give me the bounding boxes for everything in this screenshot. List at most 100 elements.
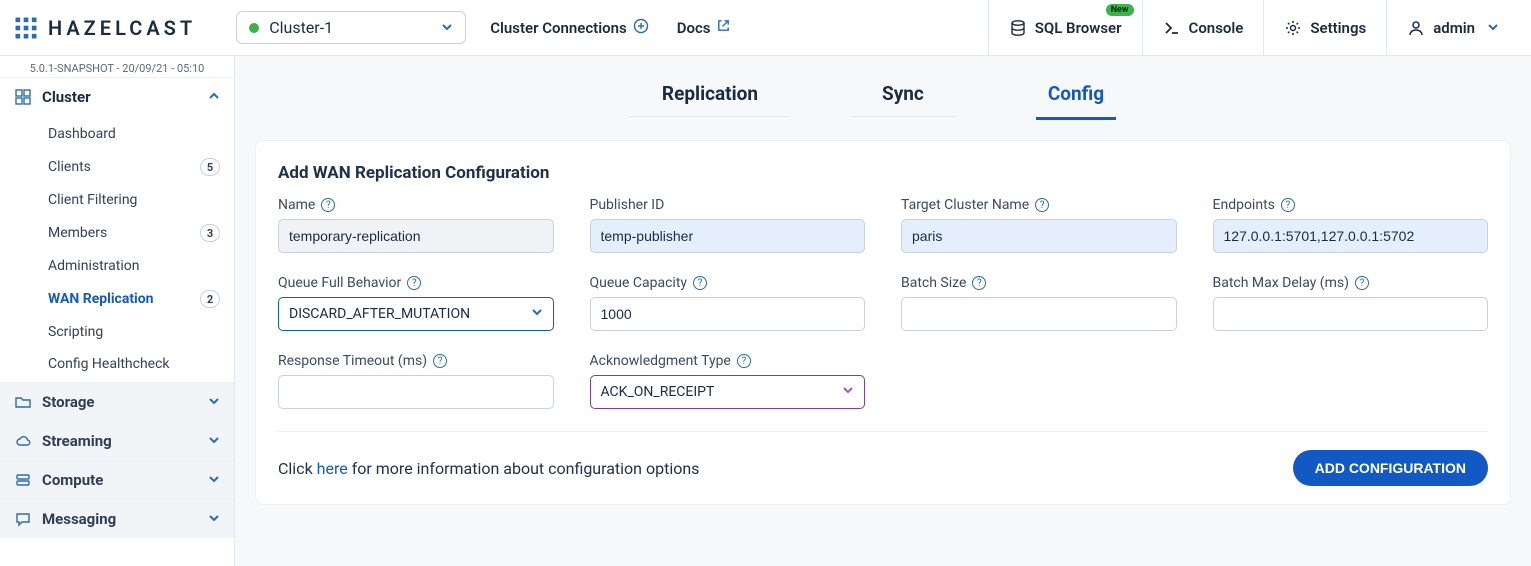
chevron-down-icon bbox=[208, 473, 220, 488]
item-label: Config Healthcheck bbox=[48, 356, 170, 372]
folder-icon bbox=[14, 394, 32, 410]
item-label: Client Filtering bbox=[48, 192, 137, 208]
chevron-up-icon bbox=[208, 90, 220, 105]
footer-link[interactable]: here bbox=[317, 459, 348, 478]
cluster-selected-label: Cluster-1 bbox=[269, 18, 333, 37]
sidebar-item-scripting[interactable]: Scripting bbox=[0, 316, 234, 348]
section-label: Cluster bbox=[42, 88, 91, 106]
help-icon[interactable]: ? bbox=[407, 276, 421, 290]
help-icon[interactable]: ? bbox=[693, 276, 707, 290]
sidebar-section-cluster[interactable]: Cluster bbox=[0, 78, 234, 116]
external-link-icon bbox=[716, 18, 731, 37]
settings-button[interactable]: Settings bbox=[1263, 0, 1386, 55]
link-label: Cluster Connections bbox=[490, 19, 627, 37]
ack-type-select[interactable]: ACK_ON_RECEIPT bbox=[590, 375, 866, 409]
sql-browser-button[interactable]: New SQL Browser bbox=[988, 0, 1142, 55]
brand-text: HAZELCAST bbox=[48, 16, 196, 40]
console-label: Console bbox=[1189, 19, 1244, 37]
user-icon bbox=[1407, 19, 1425, 37]
grid-icon bbox=[14, 89, 32, 105]
publisher-label: Publisher ID bbox=[590, 197, 866, 213]
select-value: DISCARD_AFTER_MUTATION bbox=[289, 306, 470, 322]
endpoints-input[interactable] bbox=[1213, 219, 1489, 253]
help-icon[interactable]: ? bbox=[737, 354, 751, 368]
brand-logo: HAZELCAST bbox=[12, 14, 216, 42]
tab-config[interactable]: Config bbox=[1036, 74, 1116, 120]
item-label: Administration bbox=[48, 258, 139, 274]
cluster-selector[interactable]: Cluster-1 bbox=[236, 11, 466, 44]
link-label: Docs bbox=[677, 19, 711, 37]
server-icon bbox=[14, 472, 32, 488]
queue-full-behavior-select[interactable]: DISCARD_AFTER_MUTATION bbox=[278, 297, 554, 331]
batchdelay-label: Batch Max Delay (ms) ? bbox=[1213, 275, 1489, 291]
sidebar-item-dashboard[interactable]: Dashboard bbox=[0, 118, 234, 150]
docs-link[interactable]: Docs bbox=[677, 18, 732, 37]
database-icon bbox=[1009, 19, 1027, 37]
item-label: Members bbox=[48, 225, 107, 241]
item-label: Scripting bbox=[48, 324, 103, 340]
count-badge: 3 bbox=[200, 224, 220, 242]
chevron-down-icon bbox=[531, 306, 543, 322]
plus-circle-icon bbox=[633, 18, 649, 38]
section-label: Storage bbox=[42, 393, 95, 411]
sidebar-item-client-filtering[interactable]: Client Filtering bbox=[0, 184, 234, 216]
add-configuration-button[interactable]: ADD CONFIGURATION bbox=[1293, 450, 1488, 486]
gear-icon bbox=[1284, 19, 1302, 37]
hazelcast-icon bbox=[12, 14, 40, 42]
help-icon[interactable]: ? bbox=[433, 354, 447, 368]
publisher-input[interactable] bbox=[590, 219, 866, 253]
count-badge: 5 bbox=[200, 158, 220, 176]
help-icon[interactable]: ? bbox=[321, 198, 335, 212]
chevron-down-icon bbox=[208, 434, 220, 449]
item-label: WAN Replication bbox=[48, 291, 154, 307]
section-label: Compute bbox=[42, 471, 103, 489]
sidebar-item-administration[interactable]: Administration bbox=[0, 250, 234, 282]
sidebar-section-compute[interactable]: Compute bbox=[0, 461, 234, 499]
tab-replication[interactable]: Replication bbox=[650, 74, 770, 120]
message-icon bbox=[14, 511, 32, 527]
queue-capacity-input[interactable] bbox=[590, 297, 866, 331]
chevron-down-icon bbox=[842, 384, 854, 400]
response-timeout-input[interactable] bbox=[278, 375, 554, 409]
help-icon[interactable]: ? bbox=[1035, 198, 1049, 212]
name-input[interactable] bbox=[278, 219, 554, 253]
target-cluster-input[interactable] bbox=[901, 219, 1177, 253]
count-badge: 2 bbox=[200, 290, 220, 308]
help-icon[interactable]: ? bbox=[1281, 198, 1295, 212]
item-label: Dashboard bbox=[48, 126, 116, 142]
chevron-down-icon bbox=[1487, 19, 1499, 37]
chevron-down-icon bbox=[208, 395, 220, 410]
section-label: Messaging bbox=[42, 510, 116, 528]
chevron-down-icon bbox=[441, 18, 453, 37]
batch-size-input[interactable] bbox=[901, 297, 1177, 331]
sidebar-item-members[interactable]: Members 3 bbox=[0, 216, 234, 250]
name-label: Name ? bbox=[278, 197, 554, 213]
batch-delay-input[interactable] bbox=[1213, 297, 1489, 331]
sidebar-item-wan-replication[interactable]: WAN Replication 2 bbox=[0, 282, 234, 316]
sidebar-section-storage[interactable]: Storage bbox=[0, 383, 234, 421]
help-icon[interactable]: ? bbox=[972, 276, 986, 290]
ack-label: Acknowledgment Type ? bbox=[590, 353, 866, 369]
rtimeout-label: Response Timeout (ms) ? bbox=[278, 353, 554, 369]
version-text: 5.0.1-SNAPSHOT - 20/09/21 - 05:10 bbox=[0, 56, 234, 77]
footer-text: Click here for more information about co… bbox=[278, 459, 699, 478]
sql-browser-label: SQL Browser bbox=[1035, 19, 1122, 37]
sidebar-section-messaging[interactable]: Messaging bbox=[0, 500, 234, 538]
sidebar-item-config-healthcheck[interactable]: Config Healthcheck bbox=[0, 348, 234, 380]
settings-label: Settings bbox=[1310, 19, 1366, 37]
sidebar-item-clients[interactable]: Clients 5 bbox=[0, 150, 234, 184]
endpoints-label: Endpoints ? bbox=[1213, 197, 1489, 213]
user-label: admin bbox=[1433, 19, 1475, 37]
qcap-label: Queue Capacity ? bbox=[590, 275, 866, 291]
user-menu[interactable]: admin bbox=[1386, 0, 1519, 55]
help-icon[interactable]: ? bbox=[1355, 276, 1369, 290]
panel-title: Add WAN Replication Configuration bbox=[278, 163, 1488, 183]
terminal-icon bbox=[1163, 19, 1181, 37]
item-label: Clients bbox=[48, 159, 91, 175]
qfb-label: Queue Full Behavior ? bbox=[278, 275, 554, 291]
sidebar-section-streaming[interactable]: Streaming bbox=[0, 422, 234, 460]
tab-sync[interactable]: Sync bbox=[870, 74, 936, 120]
cluster-connections-link[interactable]: Cluster Connections bbox=[490, 18, 649, 38]
status-dot-icon bbox=[249, 23, 259, 33]
console-button[interactable]: Console bbox=[1142, 0, 1264, 55]
